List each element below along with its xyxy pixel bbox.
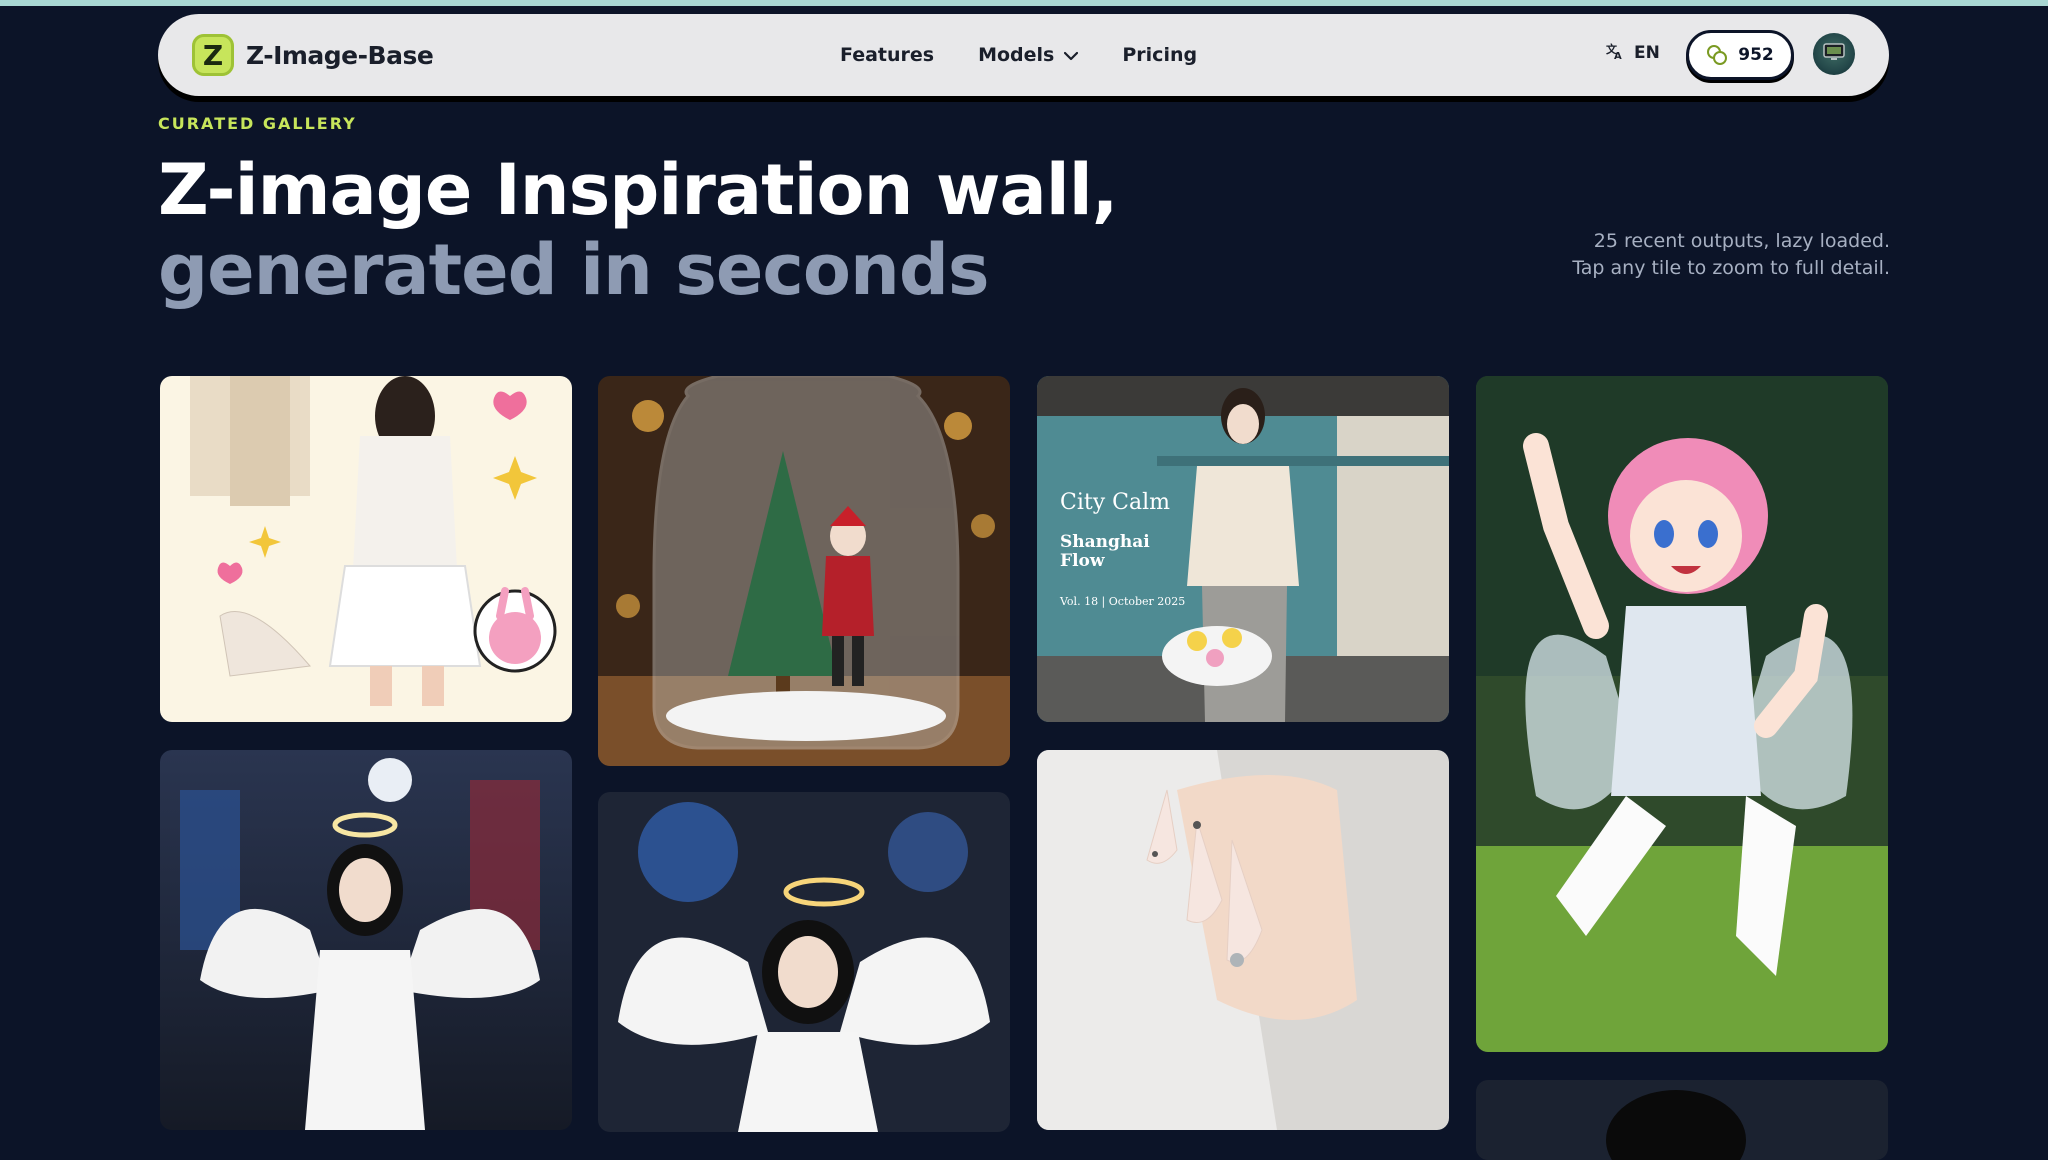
gallery-tile-fashion[interactable]: [160, 376, 572, 722]
title-main: Z-image Inspiration wall,: [158, 149, 1118, 231]
chevron-down-icon: [1064, 46, 1079, 65]
snow-globe-image: [598, 376, 1010, 766]
top-navbar: Z Z-Image-Base Features Models Pricing 文…: [158, 14, 1889, 96]
top-accent-line: [0, 0, 2048, 6]
gallery-tile-angel-2[interactable]: [598, 792, 1010, 1132]
brand[interactable]: Z Z-Image-Base: [192, 34, 434, 76]
coins-icon: [1706, 44, 1728, 66]
nav-link-label: Features: [840, 44, 935, 66]
brand-name: Z-Image-Base: [246, 40, 434, 70]
portrait-image: [1476, 1080, 1888, 1160]
gallery-tile-magazine[interactable]: City Calm Shanghai Flow Vol. 18 | Octobe…: [1037, 376, 1449, 722]
svg-text:A: A: [1614, 51, 1622, 60]
gallery-tile-fairy[interactable]: [1476, 376, 1888, 1052]
language-switcher[interactable]: 文A EN: [1606, 42, 1660, 64]
nav-link-features[interactable]: Features: [840, 44, 934, 66]
nav-link-models[interactable]: Models: [978, 44, 1079, 66]
fashion-image: [160, 376, 572, 722]
avatar[interactable]: [1813, 33, 1855, 75]
section-kicker: CURATED GALLERY: [158, 114, 357, 133]
gallery-tile-angel-1[interactable]: [160, 750, 572, 1130]
translate-icon: 文A: [1606, 42, 1624, 64]
gallery-tile-dark-portrait[interactable]: [1476, 1080, 1888, 1160]
credits-count: 952: [1738, 45, 1774, 65]
gallery-note: 25 recent outputs, lazy loaded. Tap any …: [1572, 230, 1890, 279]
magazine-title: City Calm: [1060, 490, 1170, 515]
gallery-tile-snow-globe[interactable]: [598, 376, 1010, 766]
avatar-icon: [1823, 43, 1845, 65]
page-title: Z-image Inspiration wall, generated in s…: [158, 150, 1458, 310]
nav-links: Features Models Pricing: [840, 40, 1241, 70]
title-muted: generated in seconds: [158, 229, 990, 311]
fairy-image: [1476, 376, 1888, 1052]
gallery-tile-nails[interactable]: [1037, 750, 1449, 1130]
language-label: EN: [1634, 43, 1660, 63]
angel-image: [160, 750, 572, 1130]
nails-image: [1037, 750, 1449, 1130]
nav-link-label: Models: [978, 44, 1055, 66]
nav-link-pricing[interactable]: Pricing: [1122, 44, 1197, 66]
credits-button[interactable]: 952: [1686, 30, 1794, 80]
nav-link-label: Pricing: [1122, 44, 1198, 66]
magazine-subtitle: Shanghai Flow: [1060, 532, 1150, 571]
logo-icon: Z: [192, 34, 234, 76]
magazine-issue: Vol. 18 | October 2025: [1060, 595, 1186, 608]
angel-image: [598, 792, 1010, 1132]
